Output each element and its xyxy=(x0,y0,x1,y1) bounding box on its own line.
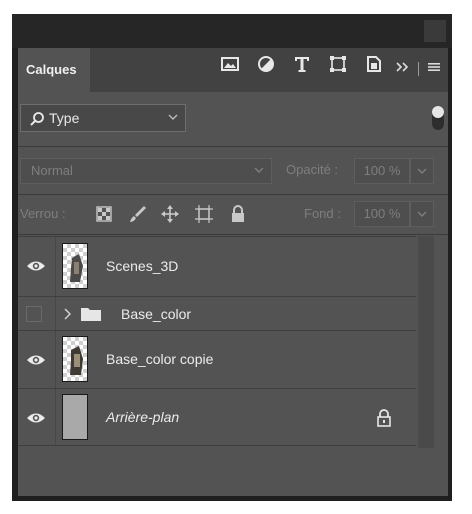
layer-thumbnail xyxy=(62,394,88,440)
layer-row[interactable]: Arrière-plan xyxy=(18,388,416,446)
chevron-down-icon xyxy=(167,111,179,126)
layer-name: Scenes_3D xyxy=(106,258,179,274)
blend-mode-select[interactable]: Normal xyxy=(20,158,272,184)
visibility-cell xyxy=(18,331,56,388)
collapse-panel-icon[interactable] xyxy=(395,61,411,76)
lock-image-pixels-icon[interactable] xyxy=(128,204,148,224)
lock-label: Verrou : xyxy=(20,206,66,221)
chevron-down-icon xyxy=(253,164,265,179)
opacity-field[interactable]: 100 % xyxy=(354,158,410,184)
lock-all-icon[interactable] xyxy=(228,204,248,224)
search-icon xyxy=(29,111,45,130)
filter-toggle-switch[interactable] xyxy=(432,106,444,130)
visibility-cell xyxy=(18,389,56,445)
lock-position-icon[interactable] xyxy=(160,204,180,224)
divider xyxy=(18,146,448,147)
layer-group-row[interactable]: Base_color xyxy=(18,296,416,330)
blend-mode-value: Normal xyxy=(31,163,73,178)
chevron-right-icon[interactable] xyxy=(62,307,72,326)
visibility-cell xyxy=(18,297,56,330)
layer-row[interactable]: Scenes_3D xyxy=(18,236,416,296)
fill-label: Fond : xyxy=(304,206,341,221)
eye-icon[interactable] xyxy=(26,259,46,278)
opacity-dropdown-button[interactable] xyxy=(410,158,434,184)
layer-name: Base_color xyxy=(121,306,192,322)
opacity-label: Opacité : xyxy=(286,162,339,177)
adjustment-filter-icon[interactable] xyxy=(256,54,276,74)
layer-name: Arrière-plan xyxy=(106,409,180,425)
divider xyxy=(18,234,448,235)
visibility-empty-box[interactable] xyxy=(26,306,42,322)
divider xyxy=(18,194,448,195)
fill-dropdown-button[interactable] xyxy=(410,201,434,227)
eye-icon[interactable] xyxy=(26,353,46,372)
tab-separator xyxy=(418,61,419,76)
filter-toggle-knob xyxy=(432,106,444,118)
layers-scrollbar[interactable] xyxy=(418,236,434,448)
panel-tab-controls xyxy=(395,61,442,76)
image-filter-icon[interactable] xyxy=(220,54,240,74)
fill-value: 100 % xyxy=(363,206,401,221)
filter-kind-select[interactable]: Type xyxy=(20,104,186,132)
lock-transparent-pixels-icon[interactable] xyxy=(94,204,114,224)
layer-row[interactable]: Base_color copie xyxy=(18,330,416,388)
opacity-value: 100 % xyxy=(363,163,401,178)
visibility-cell xyxy=(18,237,56,296)
layer-thumbnail xyxy=(62,243,88,289)
eye-icon[interactable] xyxy=(26,411,46,430)
layers-panel: Calques Type Normal Opacité: 100 % Verr… xyxy=(18,48,448,496)
smart-object-filter-icon[interactable] xyxy=(364,54,384,74)
type-filter-icon[interactable] xyxy=(292,54,312,74)
shape-filter-icon[interactable] xyxy=(328,54,348,74)
window-top-strip xyxy=(12,14,452,48)
panel-menu-icon[interactable] xyxy=(426,61,442,76)
filter-kind-value: Type xyxy=(49,110,80,126)
lock-icon xyxy=(376,409,392,432)
layer-thumbnail xyxy=(62,336,88,382)
tab-calques[interactable]: Calques xyxy=(18,48,90,92)
photoshop-window-frame: Calques Type Normal Opacité: 100 % Verr… xyxy=(12,14,452,501)
folder-icon xyxy=(80,306,102,327)
layers-list: Scenes_3D Base_color Base_color copie Ar… xyxy=(18,236,416,448)
lock-artboard-icon[interactable] xyxy=(194,204,214,224)
window-corner-button[interactable] xyxy=(424,20,446,42)
layer-name: Base_color copie xyxy=(106,351,214,367)
fill-field[interactable]: 100 % xyxy=(354,201,410,227)
